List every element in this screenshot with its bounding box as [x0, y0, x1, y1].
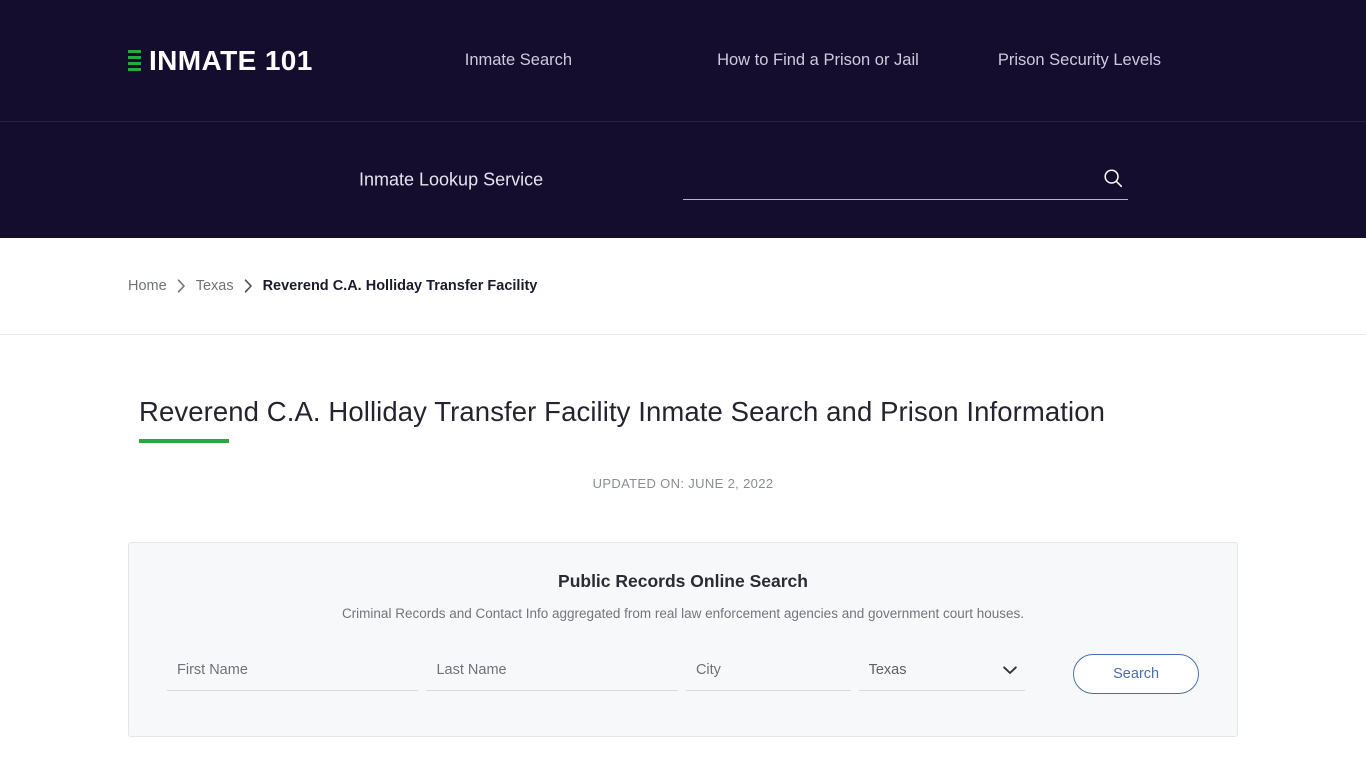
site-search-submit-button[interactable]	[1098, 163, 1128, 193]
inmate-lookup-label: Inmate Lookup Service	[359, 169, 544, 190]
main-navigation: Inmate Search How to Find a Prison or Ja…	[465, 45, 1161, 76]
breadcrumb-item-texas[interactable]: Texas	[196, 278, 234, 294]
public-records-search-card: Public Records Online Search Criminal Re…	[128, 542, 1238, 738]
nav-item-how-to-find-a-prison-or-jail[interactable]: How to Find a Prison or Jail	[717, 45, 919, 76]
first-name-input[interactable]	[167, 661, 419, 686]
city-input[interactable]	[685, 661, 851, 686]
title-accent-bar	[139, 439, 229, 444]
list-bars-icon	[128, 50, 141, 71]
breadcrumb-item-current: Reverend C.A. Holliday Transfer Facility	[262, 278, 538, 294]
updated-on-text: UPDATED ON: JUNE 2, 2022	[592, 476, 774, 492]
records-card-subtitle: Criminal Records and Contact Info aggreg…	[341, 606, 1025, 622]
last-name-field[interactable]	[426, 657, 678, 692]
top-navbar: INMATE 101 Inmate Search How to Find a P…	[0, 0, 1366, 122]
breadcrumb-item-home[interactable]: Home	[128, 278, 167, 294]
logo-text: INMATE 101	[149, 44, 313, 76]
main-content: Reverend C.A. Holliday Transfer Facility…	[0, 335, 1366, 738]
page-title-block: Reverend C.A. Holliday Transfer Facility…	[139, 395, 1238, 444]
last-name-input[interactable]	[426, 661, 678, 686]
public-records-search-form: Texas Search	[167, 654, 1199, 695]
site-search-input[interactable]	[683, 160, 1098, 199]
chevron-right-icon	[177, 279, 186, 293]
records-card-title: Public Records Online Search	[558, 571, 808, 592]
nav-item-inmate-search[interactable]: Inmate Search	[465, 45, 572, 76]
page-title: Reverend C.A. Holliday Transfer Facility…	[139, 396, 1106, 427]
site-logo[interactable]: INMATE 101	[128, 44, 313, 76]
state-select[interactable]: Texas	[858, 661, 1026, 686]
inmate-lookup-bar: Inmate Lookup Service	[0, 122, 1366, 238]
breadcrumb: Home Texas Reverend C.A. Holliday Transf…	[128, 278, 537, 294]
site-search-field[interactable]	[683, 160, 1128, 200]
search-icon	[1104, 168, 1123, 187]
state-field[interactable]: Texas	[858, 657, 1026, 692]
records-search-button[interactable]: Search	[1073, 654, 1199, 695]
nav-item-prison-security-levels[interactable]: Prison Security Levels	[998, 45, 1161, 76]
breadcrumb-bar: Home Texas Reverend C.A. Holliday Transf…	[0, 238, 1366, 335]
chevron-right-icon	[244, 279, 253, 293]
city-field[interactable]	[685, 657, 851, 692]
first-name-field[interactable]	[167, 657, 419, 692]
